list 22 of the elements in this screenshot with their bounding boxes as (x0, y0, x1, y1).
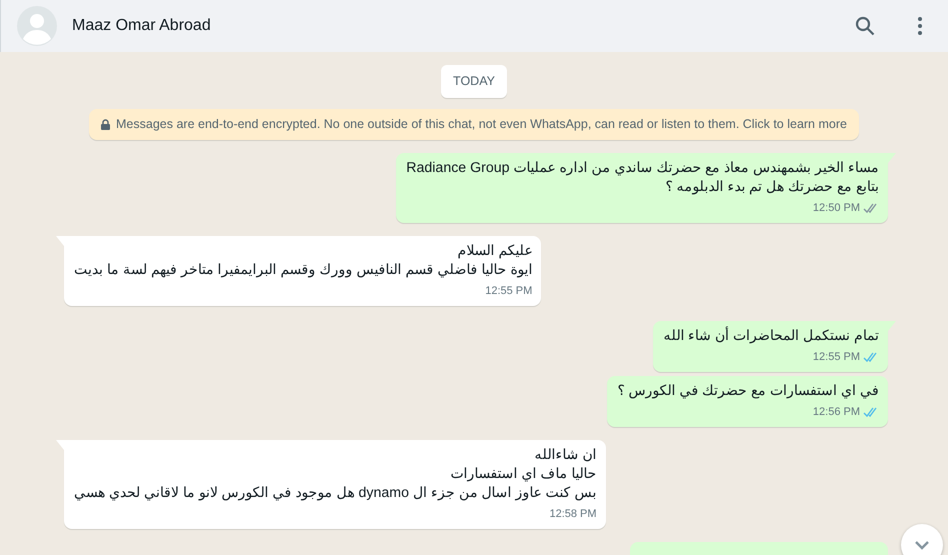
message-time: 12:56 PM (812, 404, 860, 420)
message-time: 12:55 PM (485, 284, 532, 299)
message-text: في اي استفسارات مع حضرتك في الكورس ؟ (617, 382, 879, 400)
encryption-notice[interactable]: Messages are end-to-end encrypted. No one outside of this chat, not even WhatsApp, can read or listen to them. Click to learn more (89, 108, 859, 140)
contact-name[interactable]: Maaz Omar Abroad (72, 14, 830, 38)
message-text: ان شاءالله (534, 446, 597, 464)
message-time: 12:50 PM (812, 200, 860, 216)
message-time: 12:58 PM (549, 506, 597, 522)
message-text: تمام نستكمل المحاضرات أن شاء الله (663, 326, 879, 346)
message-text: بس كنت عاوز اسال من جزء ال dynamo هل موجود في الكورس لانو ما لاقاني لحدي هسي (74, 484, 597, 502)
message-text: مساء الخير بشمهندس معاذ مع حضرتك ساندي من اداره عمليات Radiance Group (406, 158, 879, 178)
scroll-down-button[interactable] (901, 524, 943, 555)
message-text: بتابع مع حضرتك هل تم بدء الدبلومه ؟ (664, 178, 879, 196)
chevron-down-icon (914, 540, 930, 550)
message-time: 12:55 PM (812, 350, 860, 365)
message-text: حاليا ماف اي استفسارات (450, 464, 597, 484)
menu-icon (918, 17, 922, 35)
search-icon (855, 16, 875, 36)
message-text: عليكم السلام (456, 242, 532, 260)
lock-icon (101, 118, 110, 130)
message-text: ايوة حاليا فاضلي قسم النافيس وورك وقسم البرايمفيرا متاخر فيهم لسة ما بديت (74, 260, 532, 280)
encryption-text: Messages are end-to-end encrypted. No one outside of this chat, not even WhatsApp, can read or listen to them. Click to learn more (116, 116, 847, 133)
